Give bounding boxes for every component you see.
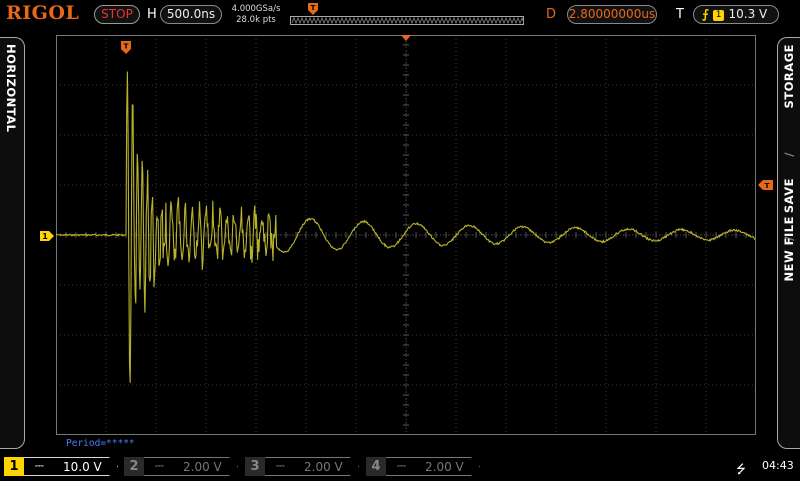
trigger-marker-label: T	[311, 4, 316, 12]
trigger-position-marker-top: T	[308, 3, 318, 15]
trigger-level-marker[interactable]: T	[758, 180, 773, 190]
ch1-offset-marker[interactable]: 1	[40, 231, 54, 241]
period-measurement: Period=*****	[66, 438, 135, 449]
separator: /	[782, 152, 796, 157]
trigger-level-label: T	[765, 182, 770, 190]
trigger-settings[interactable]: ⨍ 1 10.3 V	[693, 5, 779, 24]
channel-bar: ⎓ 10.0 V 1 ⎓ 2.00 V 2 ⎓ 2.00 V 3 ⎓ 2.00 …	[0, 453, 800, 480]
dc-coupling-icon: ⎓	[276, 459, 285, 472]
trigger-position-marker: T	[121, 41, 131, 54]
memory-depth: 28.0k pts	[236, 15, 276, 25]
run-stop-indicator[interactable]: STOP	[94, 5, 140, 24]
horizontal-tab-label: HORIZONTAL	[4, 44, 18, 133]
dc-coupling-icon: ⎓	[35, 459, 44, 472]
channel-2-box: ⎓ 2.00 V	[142, 457, 238, 476]
rising-edge-icon: ⨍	[702, 7, 709, 21]
channel-1-number: 1	[4, 457, 24, 476]
channel-2-number: 2	[124, 457, 144, 476]
channel-4-scale: 2.00 V	[425, 460, 464, 474]
trigger-pos-label: T	[124, 43, 129, 51]
top-status-bar: RIGOL STOP H 500.0ns 4.000GSa/s 28.0k pt…	[0, 0, 800, 30]
save-label[interactable]: SAVE	[782, 178, 796, 213]
center-marker	[401, 35, 411, 41]
clock: 04:43	[762, 459, 794, 472]
trigger-level: 10.3 V	[728, 7, 768, 21]
brand-logo: RIGOL	[6, 2, 80, 24]
acquisition-info: 4.000GSa/s 28.0k pts	[230, 4, 282, 26]
channel-3-number: 3	[245, 457, 265, 476]
waveform-display[interactable]	[56, 35, 756, 435]
usb-icon: ⭍	[736, 462, 746, 476]
dc-coupling-icon: ⎓	[397, 459, 406, 472]
channel-3-box: ⎓ 2.00 V	[263, 457, 359, 476]
delay-label: D	[546, 7, 557, 22]
timebase-value[interactable]: 500.0ns	[160, 5, 222, 24]
trigger-source: 1	[712, 10, 725, 21]
new-file-label[interactable]: NEW FILE	[782, 216, 796, 282]
sample-rate: 4.000GSa/s	[231, 4, 281, 14]
channel-4-box: ⎓ 2.00 V	[384, 457, 480, 476]
horizontal-tab[interactable]: HORIZONTAL	[0, 37, 25, 449]
channel-2-scale: 2.00 V	[183, 460, 222, 474]
storage-label[interactable]: STORAGE	[782, 44, 796, 108]
dc-coupling-icon: ⎓	[155, 459, 164, 472]
memory-position-strip[interactable]	[290, 15, 524, 25]
channel-3-scale: 2.00 V	[304, 460, 343, 474]
horizontal-label: H	[147, 7, 157, 22]
storage-tab[interactable]: STORAGE / SAVE / NEW FILE	[777, 37, 800, 449]
trigger-label: T	[676, 7, 684, 22]
channel-1-box: ⎓ 10.0 V	[22, 457, 118, 476]
ch1-marker-label: 1	[42, 232, 48, 241]
delay-value[interactable]: 2.80000000us	[567, 5, 657, 24]
channel-4-number: 4	[366, 457, 386, 476]
channel-1-scale: 10.0 V	[63, 460, 102, 474]
